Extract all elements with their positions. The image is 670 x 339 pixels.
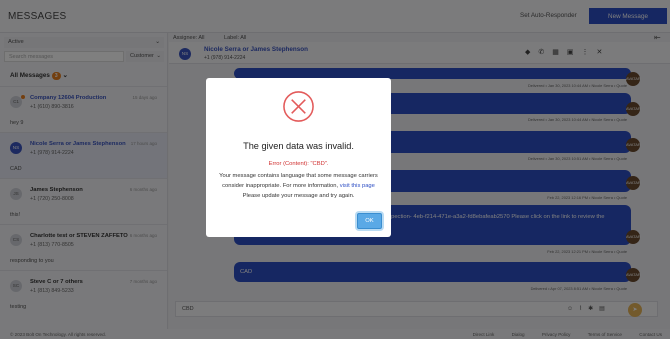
dialog-error: Error (Content): "CBD". — [268, 161, 329, 167]
ok-button[interactable]: OK — [357, 213, 382, 229]
error-x-icon — [283, 91, 314, 122]
visit-page-link[interactable]: visit this page — [340, 183, 375, 189]
dialog-text: Please update your message and try again… — [242, 192, 355, 199]
error-dialog: The given data was invalid. Error (Conte… — [206, 78, 391, 237]
dialog-title: The given data was invalid. — [243, 141, 354, 151]
dialog-body: Your message contains language that some… — [216, 172, 381, 202]
